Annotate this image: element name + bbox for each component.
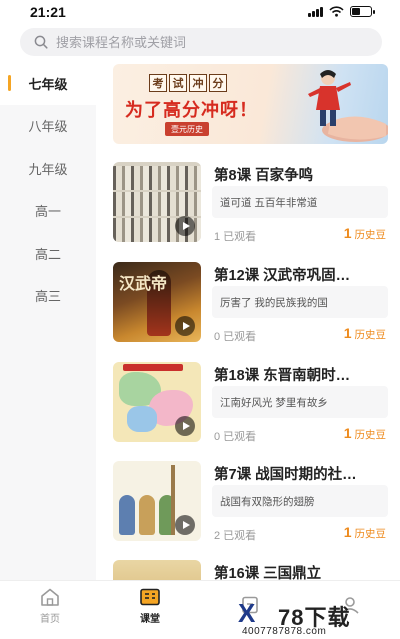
status-time: 21:21 <box>30 4 66 20</box>
course-price-unit: 历史豆 <box>354 528 387 540</box>
course-item[interactable]: 汉武帝 第12课 汉武帝巩固… 厉害了 我的民族我的国 0 已观看 1 历史豆 <box>113 262 388 346</box>
wifi-icon <box>329 6 344 17</box>
banner-tag-char: 分 <box>209 74 227 92</box>
course-thumbnail[interactable] <box>113 560 201 580</box>
search-icon <box>34 35 48 49</box>
signal-icon <box>308 6 323 17</box>
nav-label: 课堂 <box>140 614 160 625</box>
play-icon[interactable] <box>175 316 195 336</box>
home-icon <box>41 588 59 606</box>
course-description: 战国有双隐形的翅膀 <box>212 485 388 517</box>
banner-tag-char: 试 <box>169 74 187 92</box>
course-price-unit: 历史豆 <box>354 229 387 241</box>
grade-sidebar: 七年级 八年级 九年级 高一 高二 高三 <box>0 62 96 580</box>
course-description: 厉害了 我的民族我的国 <box>212 286 388 318</box>
banner-illustration <box>308 70 388 142</box>
nav-home[interactable]: 首页 <box>0 581 100 631</box>
course-title: 第12课 汉武帝巩固… <box>214 268 351 284</box>
course-price: 1 历史豆 <box>344 225 386 242</box>
course-view-count: 2 已观看 <box>214 530 257 542</box>
course-thumbnail[interactable] <box>113 461 201 541</box>
course-price-value: 1 <box>343 524 352 540</box>
course-view-count: 0 已观看 <box>214 431 257 443</box>
course-price-unit: 历史豆 <box>354 429 387 441</box>
course-view-count: 0 已观看 <box>214 331 257 343</box>
course-thumbnail[interactable]: 汉武帝 <box>113 262 201 342</box>
battery-icon <box>350 6 375 17</box>
status-icons <box>308 6 375 17</box>
course-price: 1 历史豆 <box>344 325 386 342</box>
banner-tag: 考 试 冲 分 <box>149 74 227 92</box>
sidebar-item-senior-2[interactable]: 高二 <box>0 232 96 275</box>
play-icon[interactable] <box>175 216 195 236</box>
sidebar-item-grade-9[interactable]: 九年级 <box>0 147 96 190</box>
sidebar-item-senior-3[interactable]: 高三 <box>0 275 96 318</box>
course-thumbnail[interactable] <box>113 162 201 242</box>
play-icon[interactable] <box>175 416 195 436</box>
course-description: 江南好风光 梦里有故乡 <box>212 386 388 418</box>
status-bar: 21:21 <box>0 0 400 24</box>
course-description: 道可道 五百年非常道 <box>212 186 388 218</box>
watermark: X 78下载 4007787878.com <box>238 598 398 638</box>
thumbnail-text: 汉武帝 <box>119 276 168 293</box>
banner-tag-char: 冲 <box>189 74 207 92</box>
course-thumbnail[interactable] <box>113 362 201 442</box>
nav-label: 首页 <box>40 614 60 625</box>
sidebar-item-grade-8[interactable]: 八年级 <box>0 105 96 148</box>
course-title: 第16课 三国鼎立 <box>214 566 322 580</box>
classroom-icon <box>140 588 160 606</box>
course-view-count: 1 已观看 <box>214 231 257 243</box>
promo-banner[interactable]: 考 试 冲 分 为了高分冲呀！ 壹元历史 <box>113 64 388 144</box>
course-price: 1 历史豆 <box>344 425 386 442</box>
course-item[interactable]: 第18课 东晋南朝时… 江南好风光 梦里有故乡 0 已观看 1 历史豆 <box>113 362 388 446</box>
course-item[interactable]: 第7课 战国时期的社… 战国有双隐形的翅膀 2 已观看 1 历史豆 <box>113 461 388 545</box>
banner-tag-char: 考 <box>149 74 167 92</box>
course-title: 第7课 战国时期的社… <box>214 467 357 483</box>
nav-classroom[interactable]: 课堂 <box>100 581 200 631</box>
sidebar-item-senior-1[interactable]: 高一 <box>0 190 96 233</box>
course-title: 第8课 百家争鸣 <box>214 168 314 184</box>
sidebar-item-grade-7[interactable]: 七年级 <box>0 62 96 105</box>
course-price-unit: 历史豆 <box>354 329 387 341</box>
banner-slogan: 为了高分冲呀！ <box>125 100 258 120</box>
search-input[interactable] <box>56 34 356 50</box>
course-price: 1 历史豆 <box>344 524 386 541</box>
course-price-value: 1 <box>343 325 352 341</box>
course-title: 第18课 东晋南朝时… <box>214 368 351 384</box>
course-price-value: 1 <box>343 225 352 241</box>
banner-brand: 壹元历史 <box>165 122 209 136</box>
course-price-value: 1 <box>343 425 352 441</box>
watermark-logo: X <box>238 598 256 628</box>
watermark-site: 4007787878.com <box>242 626 327 637</box>
course-item[interactable]: 第8课 百家争鸣 道可道 五百年非常道 1 已观看 1 历史豆 <box>113 162 388 246</box>
search-bar[interactable] <box>20 28 382 56</box>
course-item[interactable]: 第16课 三国鼎立 <box>113 560 388 580</box>
play-icon[interactable] <box>175 515 195 535</box>
